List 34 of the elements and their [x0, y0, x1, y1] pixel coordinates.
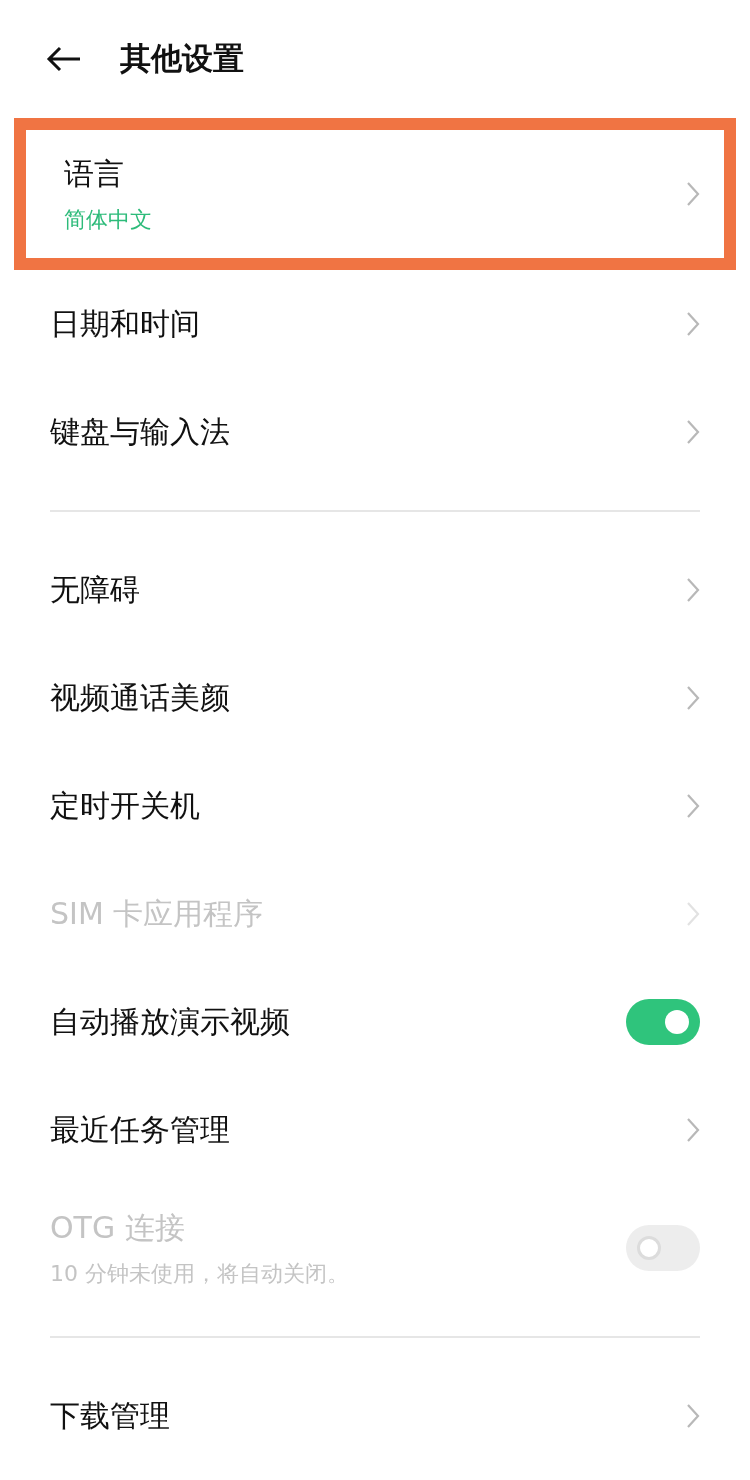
chevron-right-icon: [686, 901, 700, 927]
chevron-right-icon: [686, 1117, 700, 1143]
back-arrow-icon[interactable]: [46, 46, 82, 72]
setting-label: 日期和时间: [50, 304, 200, 343]
setting-subtitle: 简体中文: [64, 205, 152, 234]
chevron-right-icon: [686, 1403, 700, 1429]
highlighted-setting-row[interactable]: 语言 简体中文: [14, 118, 736, 270]
setting-row[interactable]: 无障碍: [0, 536, 750, 644]
chevron-right-icon: [686, 419, 700, 445]
setting-label: 自动播放演示视频: [50, 1002, 290, 1041]
setting-subtitle: 10 分钟未使用，将自动关闭。: [50, 1259, 349, 1288]
setting-label: 键盘与输入法: [50, 412, 230, 451]
setting-row[interactable]: 日期和时间: [0, 270, 750, 378]
page-title: 其他设置: [120, 39, 244, 78]
setting-label: 视频通话美颜: [50, 678, 230, 717]
toggle-switch[interactable]: [626, 999, 700, 1045]
chevron-right-icon: [686, 793, 700, 819]
chevron-right-icon: [686, 181, 700, 207]
setting-label: 语言: [64, 154, 125, 193]
setting-row[interactable]: 下载管理: [0, 1362, 750, 1470]
setting-row[interactable]: 键盘与输入法: [0, 378, 750, 486]
setting-row[interactable]: 自动播放演示视频: [0, 968, 750, 1076]
setting-row[interactable]: 定时开关机: [0, 752, 750, 860]
setting-row[interactable]: 最近任务管理: [0, 1076, 750, 1184]
chevron-right-icon: [686, 577, 700, 603]
chevron-right-icon: [686, 685, 700, 711]
setting-label: 最近任务管理: [50, 1110, 230, 1149]
setting-label: 无障碍: [50, 570, 140, 609]
chevron-right-icon: [686, 311, 700, 337]
setting-label: 定时开关机: [50, 786, 200, 825]
setting-label: 下载管理: [50, 1396, 170, 1435]
setting-row[interactable]: 视频通话美颜: [0, 644, 750, 752]
setting-label: SIM 卡应用程序: [50, 894, 264, 933]
setting-label: OTG 连接: [50, 1208, 186, 1247]
